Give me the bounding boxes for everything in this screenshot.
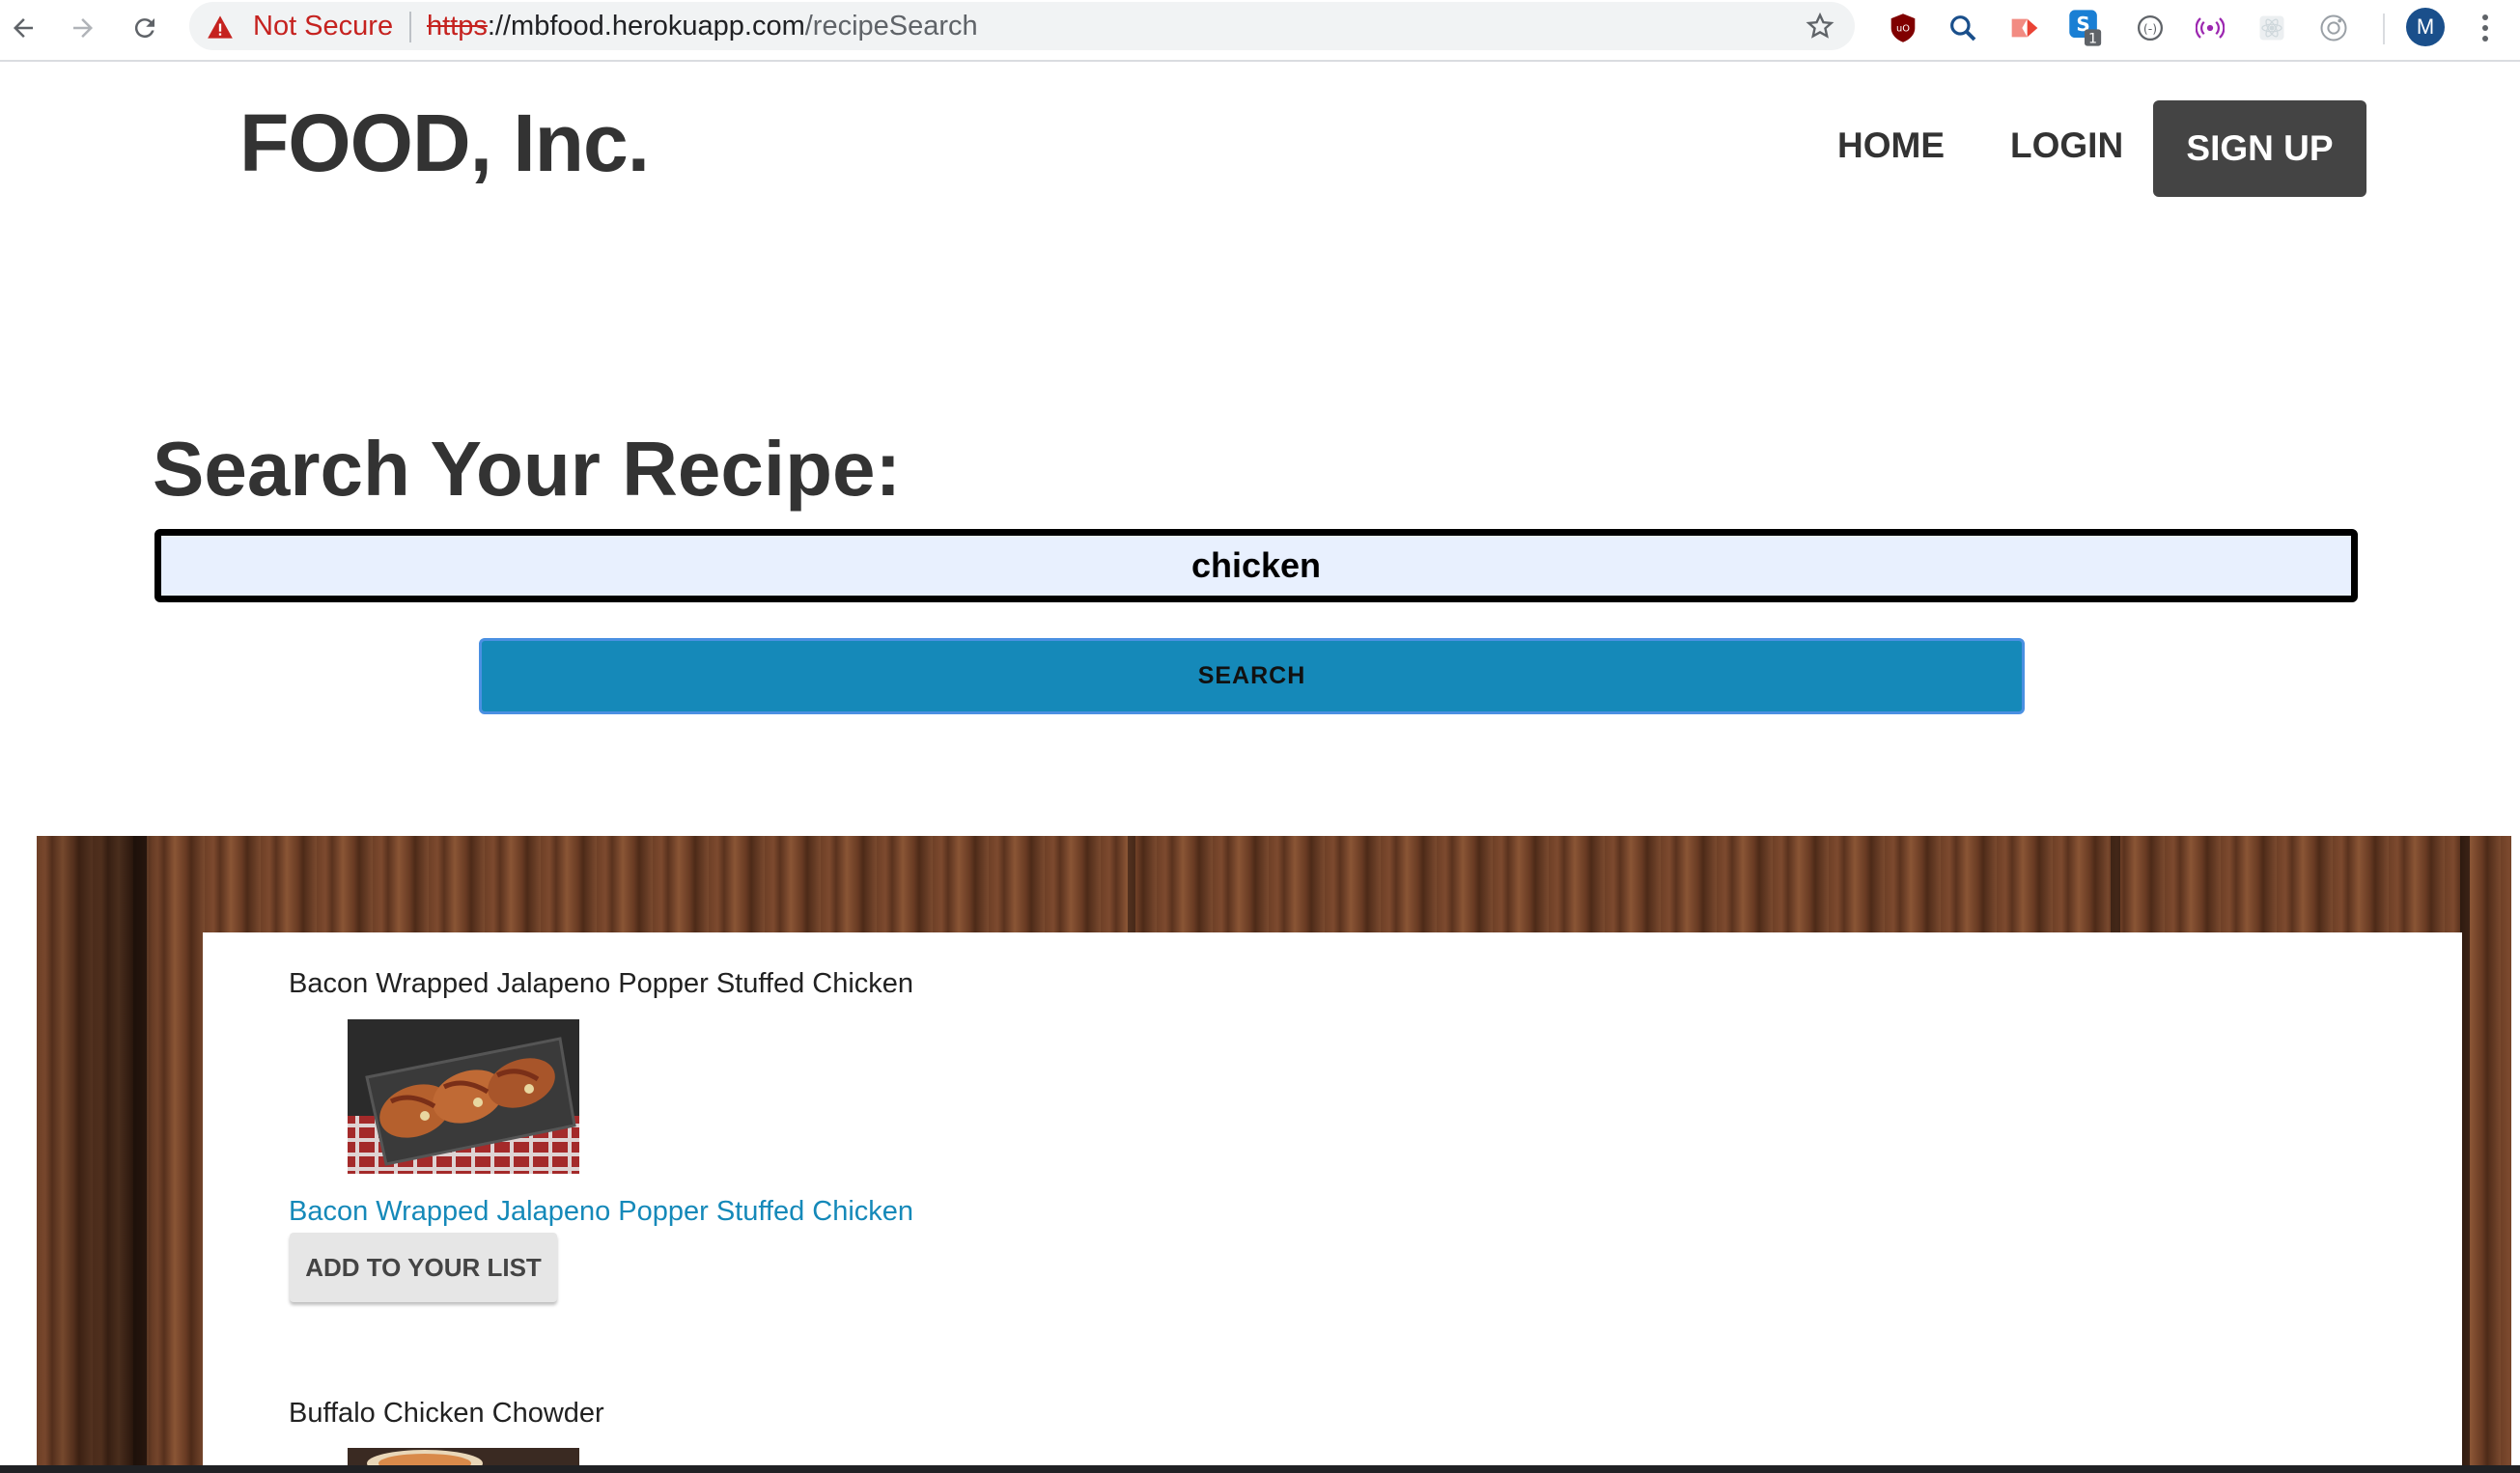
security-status[interactable]: Not Secure — [253, 11, 393, 42]
reload-button[interactable] — [124, 7, 166, 49]
address-bar[interactable]: Not Secure https://mbfood.herokuapp.com/… — [189, 2, 1855, 50]
svg-text:uO: uO — [1896, 24, 1910, 35]
nav-home-link[interactable]: HOME — [1837, 125, 1945, 166]
chicken-photo — [348, 1019, 579, 1174]
search-heading: Search Your Recipe: — [153, 426, 902, 512]
toolbar-divider — [2383, 14, 2385, 44]
star-icon[interactable] — [1805, 11, 1835, 42]
wood-plank-seam — [133, 836, 147, 1473]
forward-button[interactable] — [62, 7, 104, 49]
ublock-icon[interactable]: uO — [1885, 10, 1921, 46]
warning-icon[interactable] — [207, 14, 234, 41]
url-text[interactable]: https://mbfood.herokuapp.com/recipeSearc… — [427, 11, 978, 42]
recipe-title: Bacon Wrapped Jalapeno Popper Stuffed Ch… — [289, 968, 914, 999]
window-edge — [0, 1465, 2520, 1473]
camera-icon[interactable] — [2315, 10, 2352, 46]
back-button[interactable] — [2, 7, 44, 49]
recipe-search-input[interactable]: chicken — [154, 529, 2358, 602]
site-logo[interactable]: FOOD, Inc. — [239, 97, 650, 190]
magnifier-icon[interactable] — [1945, 10, 1981, 46]
broadcast-icon[interactable] — [2192, 10, 2228, 46]
ethereum-icon[interactable]: (-) — [2132, 10, 2169, 46]
arrow-left-icon — [14, 18, 33, 38]
recipe-image[interactable] — [348, 1448, 579, 1465]
divider — [409, 12, 411, 42]
recipe-image[interactable] — [348, 1019, 579, 1174]
browser-toolbar: Not Secure https://mbfood.herokuapp.com/… — [0, 0, 2520, 62]
svg-text:(-): (-) — [2143, 21, 2157, 36]
url-host: mbfood.herokuapp.com — [511, 11, 805, 42]
search-button[interactable]: SEARCH — [479, 638, 2025, 714]
profile-avatar[interactable]: M — [2406, 8, 2445, 46]
cast-icon[interactable] — [2006, 10, 2043, 46]
url-scheme: https — [427, 11, 488, 42]
more-menu-icon[interactable] — [2474, 8, 2497, 48]
chowder-photo — [348, 1448, 579, 1465]
recipe-link[interactable]: Bacon Wrapped Jalapeno Popper Stuffed Ch… — [289, 1196, 913, 1228]
recipe-title: Buffalo Chicken Chowder — [289, 1398, 604, 1429]
nav-login-link[interactable]: LOGIN — [2010, 125, 2123, 166]
signup-button[interactable]: SIGN UP — [2153, 100, 2366, 197]
add-to-list-button[interactable]: ADD TO YOUR LIST — [290, 1233, 557, 1302]
arrow-right-icon — [73, 18, 93, 38]
react-devtools-icon[interactable] — [2254, 10, 2290, 46]
skype-icon[interactable]: S1 — [2066, 10, 2103, 47]
reload-icon — [134, 18, 154, 39]
url-path: /recipeSearch — [804, 11, 978, 42]
url-separator: :// — [487, 11, 512, 42]
extension-badge-count: 1 — [2088, 32, 2097, 47]
